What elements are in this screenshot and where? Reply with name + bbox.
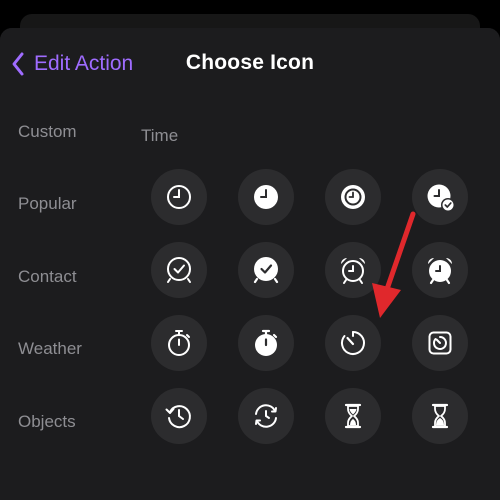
hourglass-icon — [344, 403, 362, 429]
deskclock-icon — [167, 257, 191, 283]
icon-option-hourglass-bottomhalf[interactable] — [412, 388, 468, 444]
icon-option-clock-filled[interactable] — [238, 169, 294, 225]
icon-option-alarm[interactable] — [325, 242, 381, 298]
clock-icon — [167, 185, 191, 209]
clock-filled-icon — [254, 185, 278, 209]
clock-badge-checkmark-icon — [427, 184, 455, 212]
icon-option-clock-badge-checkmark[interactable] — [412, 169, 468, 225]
category-popular[interactable]: Popular — [18, 194, 77, 214]
icon-option-stopwatch-filled[interactable] — [238, 315, 294, 371]
icon-picker: Custom Popular Contact Weather Objects T… — [0, 100, 500, 500]
category-objects[interactable]: Objects — [18, 412, 76, 432]
clock-arrow-circlepath-icon — [255, 404, 277, 428]
icon-option-alarm-filled[interactable] — [412, 242, 468, 298]
clock-arrow-counterclockwise-icon — [165, 405, 191, 429]
icon-option-clock[interactable] — [151, 169, 207, 225]
icon-option-clock-circle[interactable] — [325, 169, 381, 225]
icon-option-hourglass[interactable] — [325, 388, 381, 444]
icon-option-clock-arrow-circlepath[interactable] — [238, 388, 294, 444]
icon-option-deskclock-filled[interactable] — [238, 242, 294, 298]
page-title: Choose Icon — [185, 51, 315, 74]
alarm-filled-icon — [428, 258, 452, 285]
icon-option-stopwatch[interactable] — [151, 315, 207, 371]
navigation-bar: Edit Action Choose Icon — [0, 28, 500, 100]
category-weather[interactable]: Weather — [18, 339, 82, 359]
icon-option-timer[interactable] — [325, 315, 381, 371]
section-title-time: Time — [141, 126, 179, 145]
icon-option-clock-arrow-counterclockwise[interactable] — [151, 388, 207, 444]
category-custom[interactable]: Custom — [18, 122, 77, 142]
clock-circle-icon — [341, 185, 365, 209]
choose-icon-sheet: Edit Action Choose Icon Custom Popular C… — [0, 28, 500, 500]
category-contact[interactable]: Contact — [18, 267, 77, 287]
icon-option-deskclock[interactable] — [151, 242, 207, 298]
timer-icon — [341, 331, 365, 355]
hourglass-bottomhalf-icon — [431, 403, 449, 429]
stopwatch-filled-icon — [255, 329, 278, 356]
stopwatch-icon — [168, 330, 190, 356]
icon-option-timer-square[interactable] — [412, 315, 468, 371]
timer-square-icon — [428, 331, 452, 355]
deskclock-filled-icon — [253, 257, 279, 284]
alarm-icon — [341, 258, 365, 284]
